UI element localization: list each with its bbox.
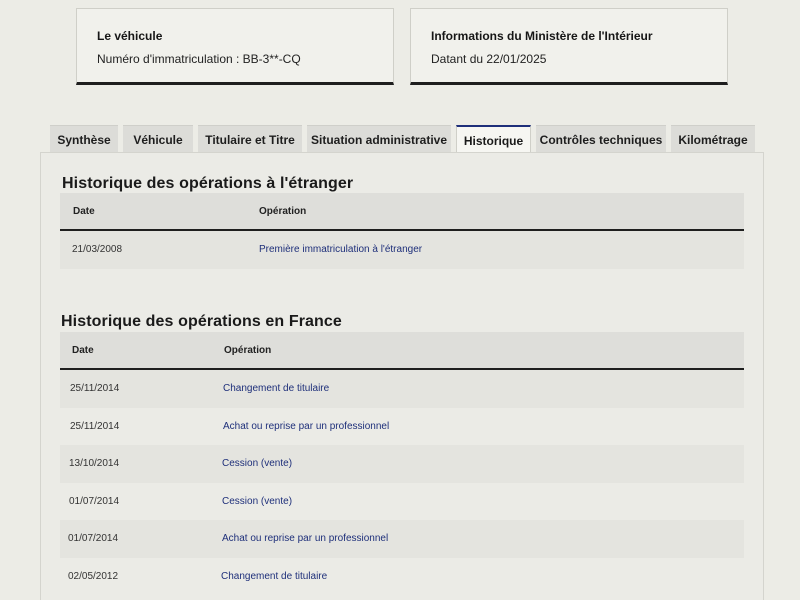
table-row: 25/11/2014 Changement de titulaire xyxy=(60,370,744,408)
tab-situation-administrative[interactable]: Situation administrative xyxy=(307,125,451,153)
ministry-date-text: Datant du 22/01/2025 xyxy=(431,52,547,66)
column-header-date: Date xyxy=(73,206,95,217)
france-history-table: Date Opération 25/11/2014 Changement de … xyxy=(60,332,744,595)
tab-synthese[interactable]: Synthèse xyxy=(50,125,118,153)
row-date: 25/11/2014 xyxy=(70,420,120,432)
row-date: 13/10/2014 xyxy=(69,458,120,470)
tab-historique[interactable]: Historique xyxy=(456,125,531,154)
table-row: 01/07/2014 Cession (vente) xyxy=(60,482,744,520)
table-header: Date Opération xyxy=(60,332,744,370)
row-operation: Achat ou reprise par un professionnel xyxy=(223,420,390,432)
table-row: 25/11/2014 Achat ou reprise par un profe… xyxy=(60,407,744,445)
column-header-operation: Opération xyxy=(259,206,307,217)
row-date: 01/07/2014 xyxy=(69,495,120,507)
row-operation: Changement de titulaire xyxy=(221,570,328,582)
row-date: 25/11/2014 xyxy=(70,383,120,395)
vehicle-card: Le véhicule Numéro d'immatriculation : B… xyxy=(76,8,394,85)
history-panel: Historique des opérations à l'étranger D… xyxy=(40,152,764,600)
row-operation: Cession (vente) xyxy=(222,495,293,507)
column-header-date: Date xyxy=(72,345,94,356)
row-date: 01/07/2014 xyxy=(68,533,119,545)
table-row: 02/05/2012 Changement de titulaire xyxy=(60,557,744,595)
row-operation: Cession (vente) xyxy=(222,458,293,470)
row-operation: Changement de titulaire xyxy=(223,383,330,395)
plate-number-text: Numéro d'immatriculation : BB-3**-CQ xyxy=(97,52,301,66)
column-header-operation: Opération xyxy=(224,345,272,356)
tab-bar: Synthèse Véhicule Titulaire et Titre Sit… xyxy=(50,125,755,154)
foreign-history-title: Historique des opérations à l'étranger xyxy=(62,175,354,192)
table-row: 21/03/2008 Première immatriculation à l'… xyxy=(60,231,744,269)
ministry-card: Informations du Ministère de l'Intérieur… xyxy=(410,8,728,85)
tab-controles-techniques[interactable]: Contrôles techniques xyxy=(536,125,666,153)
france-history-title: Historique des opérations en France xyxy=(61,313,342,330)
foreign-history-table: Date Opération 21/03/2008 Première immat… xyxy=(60,193,744,269)
table-header: Date Opération xyxy=(60,193,744,231)
ministry-card-title: Informations du Ministère de l'Intérieur xyxy=(431,29,653,43)
tab-vehicule[interactable]: Véhicule xyxy=(123,125,193,153)
vehicle-card-title: Le véhicule xyxy=(97,29,163,43)
row-operation: Première immatriculation à l'étranger xyxy=(259,244,423,256)
table-row: 13/10/2014 Cession (vente) xyxy=(60,445,744,483)
row-operation: Achat ou reprise par un professionnel xyxy=(222,533,389,545)
tab-kilometrage[interactable]: Kilométrage xyxy=(671,125,755,153)
table-row: 01/07/2014 Achat ou reprise par un profe… xyxy=(60,520,744,558)
row-date: 21/03/2008 xyxy=(72,244,123,256)
row-date: 02/05/2012 xyxy=(68,570,119,582)
tab-titulaire-titre[interactable]: Titulaire et Titre xyxy=(198,125,302,153)
